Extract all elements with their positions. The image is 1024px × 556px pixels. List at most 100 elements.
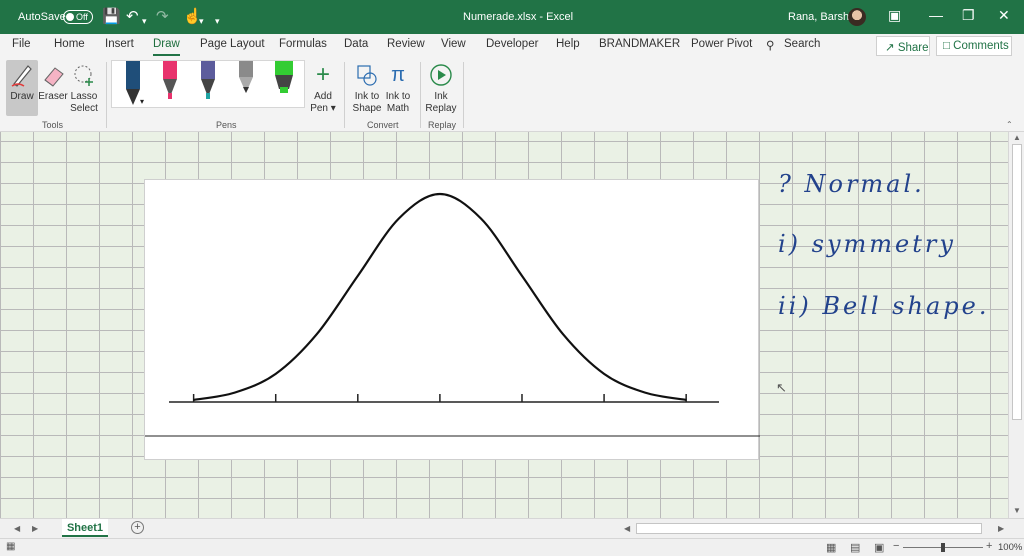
hscroll-left-icon[interactable]: ◀: [624, 524, 630, 533]
tab-insert[interactable]: Insert: [105, 38, 134, 50]
status-bar: ▦ ▦ ▤ ▣ − + 100%: [0, 538, 1024, 556]
horizontal-scrollbar[interactable]: [636, 523, 982, 534]
curve-point: [480, 217, 482, 220]
tab-help[interactable]: Help: [556, 38, 580, 50]
curve-point: [275, 373, 277, 375]
curve-point: [357, 275, 359, 277]
normal-view-icon[interactable]: ▦: [826, 541, 836, 554]
tab-developer[interactable]: Developer: [486, 38, 538, 50]
replay-label-1: Ink: [434, 91, 448, 102]
avatar[interactable]: [848, 8, 866, 26]
ink-replay-button[interactable]: Ink Replay: [424, 60, 458, 115]
add-sheet-icon[interactable]: +: [131, 521, 144, 534]
separator: [106, 62, 107, 128]
toggle-knob: [66, 13, 74, 21]
autosave-toggle[interactable]: Off: [63, 10, 93, 24]
ink-to-math-button[interactable]: π Ink to Math: [382, 60, 414, 115]
tab-draw[interactable]: Draw: [153, 38, 180, 56]
tab-data[interactable]: Data: [344, 38, 368, 50]
tab-brandmaker[interactable]: BRANDMAKER: [599, 38, 680, 50]
hscroll-right-icon[interactable]: ▶: [998, 524, 1004, 533]
tools-group-label: Tools: [42, 120, 64, 130]
search-icon[interactable]: ⚲: [766, 38, 774, 52]
add-pen-label-1: Add: [314, 91, 332, 102]
sheet-tab-sheet1[interactable]: Sheet1: [62, 519, 108, 537]
add-pen-button[interactable]: + Add Pen ▾: [308, 60, 338, 115]
tab-formulas[interactable]: Formulas: [279, 38, 327, 50]
zoom-in-icon[interactable]: +: [986, 540, 992, 552]
comments-button[interactable]: □ Comments: [936, 36, 1012, 56]
highlighter-green-icon[interactable]: [270, 61, 298, 107]
save-icon[interactable]: 💾: [102, 8, 121, 26]
vertical-scrollbar[interactable]: ▲ ▼: [1008, 132, 1024, 520]
search-box[interactable]: Search: [784, 38, 820, 50]
ribbon: Draw Eraser Lasso Select Tools ▾ + Add P…: [0, 58, 1024, 132]
scroll-thumb[interactable]: [1012, 144, 1022, 420]
bell-curve-line: [193, 192, 687, 401]
note-line-1: ? Normal.: [778, 170, 925, 198]
pens-group-label: Pens: [216, 120, 237, 130]
ink-to-shape-button[interactable]: Ink to Shape: [351, 60, 383, 115]
eraser-button[interactable]: Eraser: [38, 60, 68, 103]
add-pen-label-2: Pen: [310, 103, 328, 114]
undo-dropdown-icon[interactable]: ▾: [142, 12, 147, 30]
eraser-label: Eraser: [38, 91, 68, 102]
ink-shape-label-2: Shape: [352, 103, 382, 114]
zoom-slider-knob[interactable]: [941, 543, 945, 552]
sheet-prev-icon[interactable]: ◀: [14, 524, 20, 533]
zoom-level[interactable]: 100%: [998, 542, 1022, 553]
lasso-label-1: Lasso: [70, 91, 98, 102]
separator: [420, 62, 421, 128]
ink-math-label-2: Math: [386, 103, 410, 114]
draw-button[interactable]: Draw: [6, 60, 38, 116]
scroll-up-icon[interactable]: ▲: [1013, 133, 1021, 142]
tab-power-pivot[interactable]: Power Pivot: [691, 38, 752, 50]
normal-curve-chart: [145, 192, 760, 437]
ribbon-display-icon[interactable]: ▣: [888, 7, 901, 24]
ribbon-tabs: File Home Insert Draw Page Layout Formul…: [0, 34, 1024, 58]
curve-point: [685, 399, 687, 401]
page-break-view-icon[interactable]: ▣: [874, 541, 884, 554]
scroll-down-icon[interactable]: ▼: [1013, 506, 1021, 515]
tab-review[interactable]: Review: [387, 38, 425, 50]
separator: [344, 62, 345, 128]
undo-icon[interactable]: ↶: [126, 8, 139, 26]
curve-point: [193, 399, 195, 401]
tab-page-layout[interactable]: Page Layout: [200, 38, 265, 50]
bell-curve-picture[interactable]: [144, 179, 760, 460]
tab-file[interactable]: File: [12, 38, 31, 50]
autosave-label: AutoSave: [18, 11, 66, 23]
restore-icon[interactable]: ❐: [962, 7, 975, 24]
pen-teal-icon[interactable]: [194, 61, 222, 107]
curve-point: [644, 392, 646, 394]
share-button[interactable]: ↗ Share: [876, 36, 930, 56]
autosave-state: Off: [76, 12, 88, 22]
draw-label: Draw: [10, 91, 34, 102]
title-bar: AutoSave Off 💾 ↶ ▾ ↷ ☝ ▾ ▾ Numerade.xlsx…: [0, 0, 1024, 34]
tab-home[interactable]: Home: [54, 38, 85, 50]
touch-dropdown-icon[interactable]: ▾: [199, 12, 204, 30]
macro-record-icon[interactable]: ▦: [6, 541, 15, 552]
sheet-next-icon[interactable]: ▶: [32, 524, 38, 533]
pen-pink-icon[interactable]: [156, 61, 184, 107]
ink-shape-label-1: Ink to: [354, 91, 380, 102]
note-line-3: ii) Bell shape.: [778, 292, 990, 320]
ink-to-shape-icon: [357, 65, 377, 86]
zoom-out-icon[interactable]: −: [893, 540, 899, 552]
pens-gallery: ▾: [111, 60, 305, 108]
collapse-ribbon-icon[interactable]: ⌃: [1006, 120, 1013, 129]
zoom-slider[interactable]: [903, 543, 983, 552]
curve-point: [316, 333, 318, 335]
page-layout-view-icon[interactable]: ▤: [850, 541, 860, 554]
lasso-select-button[interactable]: Lasso Select: [68, 60, 100, 115]
eraser-icon: [44, 67, 64, 87]
close-icon[interactable]: ✕: [998, 7, 1010, 24]
user-name[interactable]: Rana, Barsha: [788, 11, 855, 23]
worksheet-grid[interactable]: ? Normal. i) symmetry ii) Bell shape. ↖: [0, 132, 1008, 518]
minimize-icon[interactable]: —: [929, 7, 943, 23]
pen-dropdown-icon[interactable]: ▾: [140, 97, 144, 106]
pencil-gray-icon[interactable]: [232, 61, 260, 107]
tab-view[interactable]: View: [441, 38, 466, 50]
curve-point: [603, 373, 605, 375]
customize-qat-icon[interactable]: ▾: [215, 12, 220, 30]
